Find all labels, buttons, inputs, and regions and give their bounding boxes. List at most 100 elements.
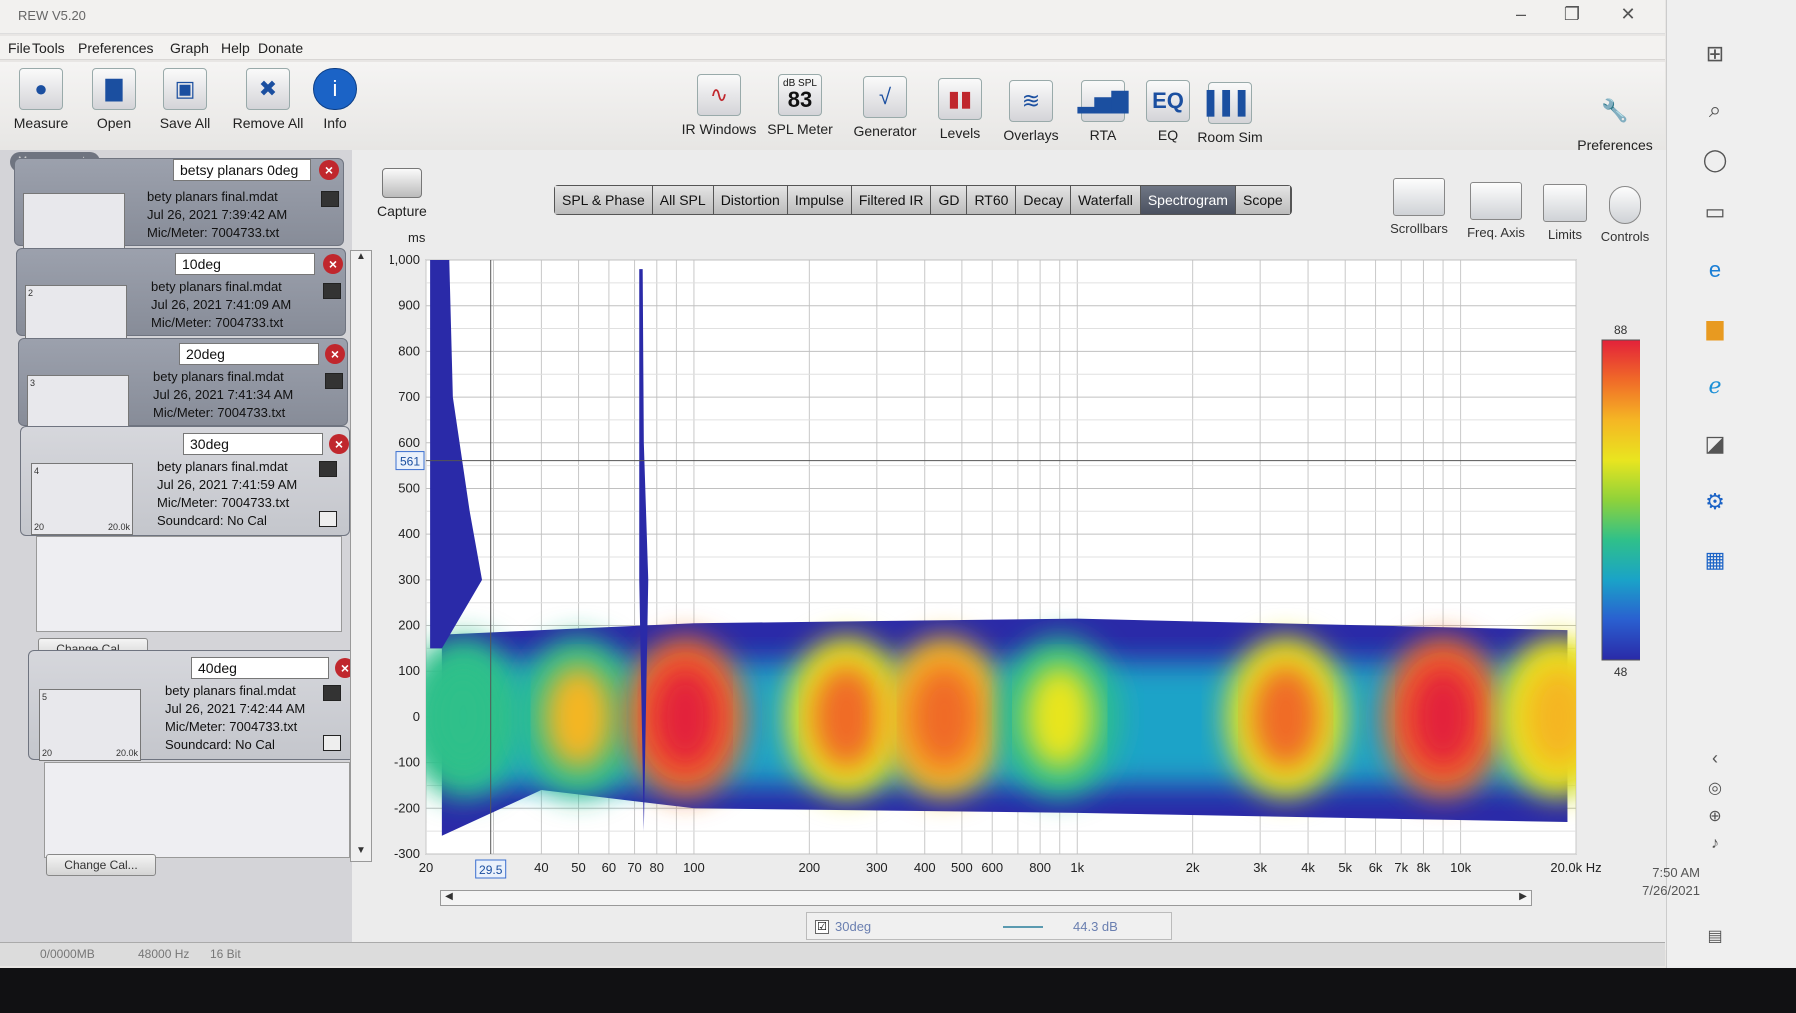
restore-icon[interactable]: ❐	[1556, 4, 1588, 25]
info-button[interactable]: i Info	[310, 68, 360, 131]
folder-icon: ▇	[92, 68, 136, 110]
measurement-notes[interactable]	[44, 762, 350, 858]
chevron-up-icon[interactable]: ‹	[1699, 742, 1731, 774]
system-clock: 7:50 AM 7/26/2021	[1642, 865, 1700, 898]
menu-graph[interactable]: Graph	[170, 40, 209, 56]
measurement-10deg[interactable]: 2 20 20.0k 10deg × bety planars final.md…	[16, 248, 346, 357]
scroll-left-icon[interactable]: ◀	[441, 891, 457, 905]
edge-icon[interactable]: e	[1699, 254, 1731, 286]
measurement-20deg[interactable]: 3 20 20.0k 20deg × bety planars final.md…	[18, 338, 348, 447]
measurement-name-field[interactable]: 10deg	[175, 253, 315, 275]
close-icon[interactable]: ×	[319, 160, 339, 180]
spectrogram-svg: ms 1,000 900 800 700 600 500 400 300 200 100 0 -100…	[387, 230, 1647, 879]
tab-spectrogram[interactable]: Spectrogram	[1140, 186, 1236, 214]
search-icon[interactable]: ⌕	[1699, 94, 1731, 126]
vertical-scrollbar[interactable]: ▲ ▼	[350, 250, 372, 862]
ir-windows-icon: ∿	[697, 74, 741, 116]
x-tick-label: 8k	[1417, 860, 1431, 875]
x-tick-label: 100	[683, 860, 705, 875]
edit-icon[interactable]	[321, 191, 339, 207]
menu-tools[interactable]: Tools	[32, 40, 65, 56]
close-icon[interactable]: ×	[323, 254, 343, 274]
minimize-icon[interactable]: –	[1505, 4, 1537, 25]
close-icon[interactable]: ×	[325, 344, 345, 364]
color-scale-min: 48	[1614, 665, 1628, 679]
legend-checkbox[interactable]: ☑	[815, 920, 829, 934]
measure-button[interactable]: ● Measure	[8, 68, 74, 131]
energy-peak	[429, 664, 498, 769]
tab-spl-phase[interactable]: SPL & Phase	[555, 186, 653, 214]
cortana-icon[interactable]: ◯	[1699, 144, 1731, 176]
measurement-0deg[interactable]: 20 20.0k betsy planars 0deg × bety plana…	[14, 158, 344, 265]
measurement-40deg[interactable]: 5 20 20.0k 40deg × bety planars final.md…	[28, 650, 358, 761]
generator-button[interactable]: √ Generator	[848, 76, 922, 139]
rew-app-icon[interactable]: ▦	[1699, 544, 1731, 576]
measurement-thumbnail: 5 20 20.0k	[39, 689, 141, 761]
notes-icon[interactable]	[319, 511, 337, 527]
edit-icon[interactable]	[319, 461, 337, 477]
x-tick-label: 800	[1029, 860, 1051, 875]
y-tick-label: 500	[398, 480, 420, 495]
x-tick-label: 4k	[1301, 860, 1315, 875]
scroll-right-icon[interactable]: ▶	[1515, 891, 1531, 905]
measurement-30deg[interactable]: 4 20 20.0k 30deg × bety planars final.md…	[20, 426, 350, 536]
menu-file[interactable]: File	[8, 40, 31, 56]
measurement-name-field[interactable]: betsy planars 0deg	[173, 159, 311, 181]
save-all-button[interactable]: ▣ Save All	[152, 68, 218, 131]
tab-scope[interactable]: Scope	[1235, 186, 1291, 214]
tab-rt60[interactable]: RT60	[967, 186, 1017, 214]
tab-all-spl[interactable]: All SPL	[652, 186, 714, 214]
measurement-name-field[interactable]: 40deg	[191, 657, 329, 679]
tab-decay[interactable]: Decay	[1016, 186, 1072, 214]
levels-button[interactable]: ▮▮ Levels	[932, 78, 988, 141]
edit-icon[interactable]	[323, 685, 341, 701]
tab-waterfall[interactable]: Waterfall	[1071, 186, 1141, 214]
tab-distortion[interactable]: Distortion	[713, 186, 788, 214]
windows-sidebar: ⊞ ⌕ ◯ ▭ e ▆ ℯ ◪ ⚙ ▦ ‹ ◎ ⊕ ♪ ▤	[1666, 0, 1796, 968]
overlays-button[interactable]: ≋ Overlays	[998, 80, 1064, 143]
x-tick-label: 300	[866, 860, 888, 875]
measure-icon: ●	[19, 68, 63, 110]
open-button[interactable]: ▇ Open	[84, 68, 144, 131]
notification-icon[interactable]: ▤	[1699, 920, 1731, 952]
tab-impulse[interactable]: Impulse	[787, 186, 852, 214]
measurement-name-field[interactable]: 30deg	[183, 433, 323, 455]
save-icon: ▣	[163, 68, 207, 110]
notes-icon[interactable]	[323, 735, 341, 751]
measurement-name-field[interactable]: 20deg	[179, 343, 319, 365]
scroll-down-icon[interactable]: ▼	[351, 845, 371, 861]
scroll-up-icon[interactable]: ▲	[351, 251, 371, 267]
windows-start-icon[interactable]: ⊞	[1699, 38, 1731, 70]
x-axis-ticks: 20 40 50 60 70 80 100 200 300 400 500 600 800 1k 2k 3k 4…	[419, 860, 1602, 875]
ir-windows-button[interactable]: ∿ IR Windows	[678, 74, 760, 137]
spl-meter-button[interactable]: dB SPL 83 SPL Meter	[764, 74, 836, 137]
settings-icon[interactable]: ⚙	[1699, 486, 1731, 518]
remove-all-button[interactable]: ✖ Remove All	[228, 68, 308, 131]
change-cal-button[interactable]: Change Cal...	[46, 854, 156, 876]
menu-donate[interactable]: Donate	[258, 40, 303, 56]
measurement-notes[interactable]	[36, 536, 342, 632]
scrollbars-button[interactable]: Scrollbars	[1382, 178, 1456, 236]
eq-icon: EQ	[1146, 80, 1190, 122]
capture-button[interactable]: Capture	[377, 168, 427, 219]
eq-button[interactable]: EQ EQ	[1144, 80, 1192, 143]
menu-preferences[interactable]: Preferences	[78, 40, 153, 56]
volume-icon[interactable]: ♪	[1699, 828, 1731, 860]
spectrogram-chart[interactable]: ms 1,000 900 800 700 600 500 400 300 200 100 0 -100…	[387, 230, 1647, 895]
tab-filtered-ir[interactable]: Filtered IR	[851, 186, 932, 214]
edit-icon[interactable]	[325, 373, 343, 389]
edit-icon[interactable]	[323, 283, 341, 299]
legend-name: 30deg	[835, 919, 872, 934]
file-explorer-icon[interactable]: ▆	[1699, 312, 1731, 344]
close-window-icon[interactable]: ✕	[1612, 4, 1644, 25]
preferences-button[interactable]: 🔧 Preferences	[1572, 90, 1658, 153]
rta-button[interactable]: ▂▅▇ RTA	[1078, 80, 1128, 143]
app-monitor-icon[interactable]: ◪	[1699, 428, 1731, 460]
menu-help[interactable]: Help	[221, 40, 250, 56]
room-sim-button[interactable]: ▌▌▌ Room Sim	[1196, 82, 1264, 145]
ie-icon[interactable]: ℯ	[1699, 370, 1731, 402]
task-view-icon[interactable]: ▭	[1699, 196, 1731, 228]
horizontal-scrollbar[interactable]: ◀ ▶	[440, 890, 1532, 906]
close-icon[interactable]: ×	[329, 434, 349, 454]
tab-gd[interactable]: GD	[931, 186, 968, 214]
